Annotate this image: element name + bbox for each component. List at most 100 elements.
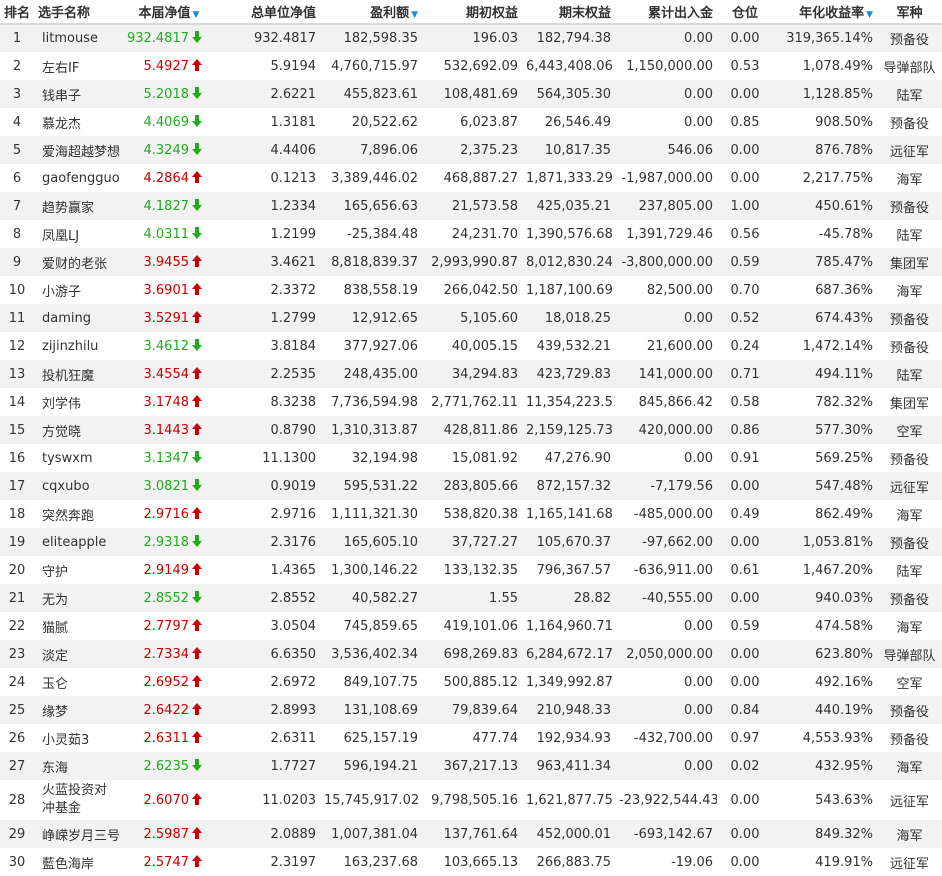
table-row[interactable]: 17 cqxubo 3.0821 0.9019 595,531.22 283,805.66… bbox=[0, 472, 942, 500]
table-row[interactable]: 14 刘学伟 3.1748 8.3238 7,736,594.98 2,771,762.1… bbox=[0, 388, 942, 416]
player-name[interactable]: 爱海超越梦想 bbox=[42, 145, 120, 160]
player-name-cell[interactable]: 小灵茹3 bbox=[34, 724, 122, 752]
table-row[interactable]: 19 eliteapple 2.9318 2.3176 165,605.10 37,727… bbox=[0, 528, 942, 556]
player-name-cell[interactable]: tyswxm bbox=[34, 444, 122, 472]
player-name[interactable]: 玉仑 bbox=[42, 677, 68, 692]
table-row[interactable]: 9 爱财的老张 3.9455 3.4621 8,818,839.37 2,993,990.… bbox=[0, 248, 942, 276]
player-name-cell[interactable]: 慕龙杰 bbox=[34, 108, 122, 136]
table-row[interactable]: 12 zijinzhilu 3.4612 3.8184 377,927.06 40,005… bbox=[0, 332, 942, 360]
player-name[interactable]: 左右IF bbox=[42, 61, 79, 76]
header-profit[interactable]: 盈利额 ▼ bbox=[320, 0, 422, 25]
player-name[interactable]: 守护 bbox=[42, 565, 68, 580]
player-name[interactable]: litmouse bbox=[42, 31, 98, 46]
table-row[interactable]: 11 daming 3.5291 1.2799 12,912.65 5,105.60 18,… bbox=[0, 304, 942, 332]
player-name-cell[interactable]: 刘学伟 bbox=[34, 388, 122, 416]
sort-down-icon[interactable]: ▼ bbox=[193, 10, 200, 20]
player-name-cell[interactable]: 峥嵘岁月三号 bbox=[34, 820, 122, 848]
player-name[interactable]: 缘梦 bbox=[42, 705, 68, 720]
table-row[interactable]: 23 淡定 2.7334 6.6350 3,536,402.34 698,269.83 6,… bbox=[0, 640, 942, 668]
player-name[interactable]: tyswxm bbox=[42, 451, 93, 466]
player-name[interactable]: 刘学伟 bbox=[42, 397, 81, 412]
table-row[interactable]: 6 gaofengguo 4.2864 0.1213 3,389,446.02 468,8… bbox=[0, 164, 942, 192]
table-row[interactable]: 21 无为 2.8552 2.8552 40,582.27 1.55 28.82 -40,55… bbox=[0, 584, 942, 612]
player-name-cell[interactable]: 东海 bbox=[34, 752, 122, 780]
table-row[interactable]: 16 tyswxm 3.1347 11.1300 32,194.98 15,081.92 4… bbox=[0, 444, 942, 472]
table-row[interactable]: 30 藍色海岸 2.5747 2.3197 163,237.68 103,665.13 26… bbox=[0, 848, 942, 876]
table-row[interactable]: 3 钱串子 5.2018 2.6221 455,823.61 108,481.69 564,… bbox=[0, 80, 942, 108]
player-name-cell[interactable]: 小游子 bbox=[34, 276, 122, 304]
table-row[interactable]: 27 东海 2.6235 1.7727 596,194.21 367,217.13 963,… bbox=[0, 752, 942, 780]
table-row[interactable]: 8 凤凰LJ 4.0311 1.2199 -25,384.48 24,231.70 1,39… bbox=[0, 220, 942, 248]
table-row[interactable]: 20 守护 2.9149 1.4365 1,300,146.22 133,132.35 79… bbox=[0, 556, 942, 584]
player-name-cell[interactable]: 守护 bbox=[34, 556, 122, 584]
player-name-cell[interactable]: 玉仑 bbox=[34, 668, 122, 696]
player-name-cell[interactable]: cqxubo bbox=[34, 472, 122, 500]
sort-down-icon[interactable]: ▼ bbox=[866, 10, 873, 20]
player-name[interactable]: 藍色海岸 bbox=[42, 857, 94, 872]
player-name[interactable]: 突然奔跑 bbox=[42, 509, 94, 524]
player-name[interactable]: zijinzhilu bbox=[42, 339, 98, 354]
player-name-cell[interactable]: 缘梦 bbox=[34, 696, 122, 724]
table-row[interactable]: 25 缘梦 2.6422 2.8993 131,108.69 79,839.64 210,9… bbox=[0, 696, 942, 724]
sort-down-icon[interactable]: ▼ bbox=[411, 10, 418, 20]
player-name[interactable]: 火蓝投资对冲基金 bbox=[42, 783, 107, 816]
player-name-cell[interactable]: daming bbox=[34, 304, 122, 332]
player-name-cell[interactable]: 爱财的老张 bbox=[34, 248, 122, 276]
player-name-cell[interactable]: 凤凰LJ bbox=[34, 220, 122, 248]
header-nav[interactable]: 本届净值 ▼ bbox=[122, 0, 216, 25]
player-name-cell[interactable]: 淡定 bbox=[34, 640, 122, 668]
table-row[interactable]: 10 小游子 3.6901 2.3372 838,558.19 266,042.50 1,1… bbox=[0, 276, 942, 304]
table-row[interactable]: 5 爱海超越梦想 4.3249 4.4406 7,896.06 2,375.23 10,81… bbox=[0, 136, 942, 164]
player-name-cell[interactable]: zijinzhilu bbox=[34, 332, 122, 360]
table-row[interactable]: 24 玉仑 2.6952 2.6972 849,107.75 500,885.12 1,34… bbox=[0, 668, 942, 696]
player-name[interactable]: 小灵茹3 bbox=[42, 733, 89, 748]
player-name[interactable]: gaofengguo bbox=[42, 171, 120, 186]
final-equity-cell: 28.82 bbox=[522, 584, 615, 612]
table-row[interactable]: 13 投机狂魔 3.4554 2.2535 248,435.00 34,294.83 423… bbox=[0, 360, 942, 388]
player-name-cell[interactable]: 投机狂魔 bbox=[34, 360, 122, 388]
player-name[interactable]: 方觉晓 bbox=[42, 425, 81, 440]
rank-cell: 15 bbox=[8, 422, 26, 438]
player-name[interactable]: 趋势赢家 bbox=[42, 201, 94, 216]
table-row[interactable]: 18 突然奔跑 2.9716 2.9716 1,111,321.30 538,820.38… bbox=[0, 500, 942, 528]
table-row[interactable]: 26 小灵茹3 2.6311 2.6311 625,157.19 477.74 192,93… bbox=[0, 724, 942, 752]
player-name[interactable]: 钱串子 bbox=[42, 89, 81, 104]
table-row[interactable]: 15 方觉晓 3.1443 0.8790 1,310,313.87 428,811.86 2… bbox=[0, 416, 942, 444]
player-name-cell[interactable]: eliteapple bbox=[34, 528, 122, 556]
table-row[interactable]: 28 火蓝投资对冲基金 2.6070 11.0203 15,745,917.02 9,79… bbox=[0, 780, 942, 820]
player-name[interactable]: 慕龙杰 bbox=[42, 117, 81, 132]
table-row[interactable]: 2 左右IF 5.4927 5.9194 4,760,715.97 532,692.09 6… bbox=[0, 52, 942, 80]
player-name-cell[interactable]: 猫腻 bbox=[34, 612, 122, 640]
player-name-cell[interactable]: gaofengguo bbox=[34, 164, 122, 192]
player-name-cell[interactable]: 藍色海岸 bbox=[34, 848, 122, 876]
player-name-cell[interactable]: litmouse bbox=[34, 24, 122, 52]
player-name[interactable]: 凤凰LJ bbox=[42, 229, 79, 244]
player-name-cell[interactable]: 趋势赢家 bbox=[34, 192, 122, 220]
player-name-cell[interactable]: 方觉晓 bbox=[34, 416, 122, 444]
player-name-cell[interactable]: 无为 bbox=[34, 584, 122, 612]
player-name[interactable]: 无为 bbox=[42, 593, 68, 608]
initial-equity-cell: 698,269.83 bbox=[422, 640, 522, 668]
player-name-cell[interactable]: 左右IF bbox=[34, 52, 122, 80]
table-row[interactable]: 7 趋势赢家 4.1827 1.2334 165,656.63 21,573.58 425,… bbox=[0, 192, 942, 220]
player-name[interactable]: eliteapple bbox=[42, 535, 106, 550]
player-name[interactable]: 投机狂魔 bbox=[42, 369, 94, 384]
player-name-cell[interactable]: 钱串子 bbox=[34, 80, 122, 108]
player-name[interactable]: 淡定 bbox=[42, 649, 68, 664]
player-name[interactable]: cqxubo bbox=[42, 479, 90, 494]
header-annual-return[interactable]: 年化收益率 ▼ bbox=[773, 0, 877, 25]
player-name[interactable]: 峥嵘岁月三号 bbox=[42, 829, 120, 844]
player-name[interactable]: daming bbox=[42, 311, 91, 326]
table-row[interactable]: 4 慕龙杰 4.4069 1.3181 20,522.62 6,023.87 26,546.… bbox=[0, 108, 942, 136]
player-name-cell[interactable]: 火蓝投资对冲基金 bbox=[34, 780, 122, 820]
table-row[interactable]: 22 猫腻 2.7797 3.0504 745,859.65 419,101.06 1,16… bbox=[0, 612, 942, 640]
player-name-cell[interactable]: 突然奔跑 bbox=[34, 500, 122, 528]
table-row[interactable]: 29 峥嵘岁月三号 2.5987 2.0889 1,007,381.04 137,761.… bbox=[0, 820, 942, 848]
army-type-cell: 陆军 bbox=[877, 80, 942, 108]
player-name-cell[interactable]: 爱海超越梦想 bbox=[34, 136, 122, 164]
player-name[interactable]: 东海 bbox=[42, 761, 68, 776]
player-name[interactable]: 爱财的老张 bbox=[42, 257, 107, 272]
player-name[interactable]: 小游子 bbox=[42, 285, 81, 300]
player-name[interactable]: 猫腻 bbox=[42, 621, 68, 636]
table-row[interactable]: 1 litmouse 932.4817 932.4817 182,598.35 196.0… bbox=[0, 24, 942, 52]
